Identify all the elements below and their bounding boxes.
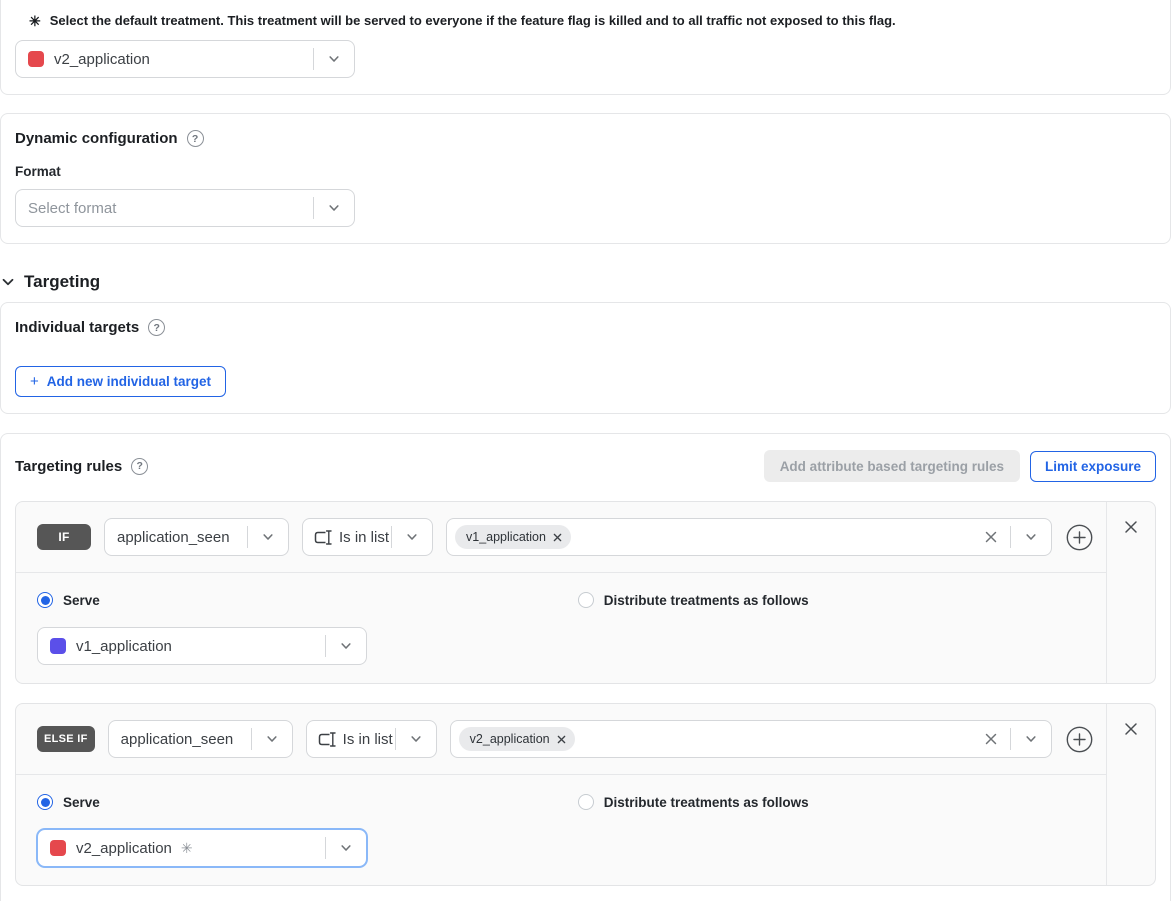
chevron-down-icon — [314, 52, 354, 66]
add-attribute-rules-button[interactable]: Add attribute based targeting rules — [764, 450, 1020, 482]
serve-radio-option[interactable]: Serve — [37, 794, 100, 810]
chevron-down-icon — [392, 530, 432, 544]
matcher-select[interactable]: Is in list — [302, 518, 433, 556]
radio-selected — [37, 592, 53, 608]
radio-selected — [37, 794, 53, 810]
targeting-rule: ELSE IF application_seen Is in list — [15, 703, 1156, 886]
default-treatment-select[interactable]: v2_application — [15, 40, 355, 78]
rule-keyword-badge: ELSE IF — [37, 726, 95, 752]
value-chip: v1_application — [455, 525, 571, 549]
chevron-down-icon — [248, 530, 288, 544]
treatment-color-swatch — [50, 840, 66, 856]
plus-circle-icon — [1066, 524, 1093, 551]
dynamic-configuration-card: Dynamic configuration ? Format Select fo… — [0, 113, 1171, 244]
chevron-down-icon — [326, 639, 366, 653]
chevron-down-icon — [1011, 732, 1051, 746]
values-multiselect[interactable]: v2_application — [450, 720, 1052, 758]
add-individual-target-button[interactable]: + Add new individual target — [15, 366, 226, 397]
chevron-down-icon — [326, 841, 366, 855]
help-icon[interactable]: ? — [131, 458, 148, 475]
default-treatment-value: v2_application — [54, 51, 313, 68]
serve-treatment-select[interactable]: v2_application ✳ — [37, 829, 367, 867]
default-treatment-note: ✳ Select the default treatment. This tre… — [15, 13, 1156, 30]
string-matcher-icon — [313, 529, 333, 546]
remove-rule-button[interactable] — [1121, 719, 1141, 739]
plus-icon: + — [30, 373, 39, 390]
plus-circle-icon — [1066, 726, 1093, 753]
default-marker-icon: ✳ — [29, 13, 41, 30]
chevron-down-icon — [252, 732, 292, 746]
targeting-collapse-toggle[interactable] — [0, 274, 16, 290]
close-icon — [1123, 519, 1139, 535]
help-icon[interactable]: ? — [187, 130, 204, 147]
clear-values-icon[interactable] — [984, 530, 998, 544]
chevron-down-icon — [1011, 530, 1051, 544]
targeting-rules-title: Targeting rules — [15, 458, 122, 475]
rule-keyword-badge: IF — [37, 524, 91, 550]
format-select[interactable]: Select format — [15, 189, 355, 227]
targeting-rules-card: Targeting rules ? Add attribute based ta… — [0, 433, 1171, 901]
default-treatment-card: ✳ Select the default treatment. This tre… — [0, 0, 1171, 95]
format-placeholder: Select format — [28, 200, 313, 217]
radio-unselected — [578, 592, 594, 608]
clear-values-icon[interactable] — [984, 732, 998, 746]
treatment-color-swatch — [28, 51, 44, 67]
remove-rule-button[interactable] — [1121, 517, 1141, 537]
individual-targets-title: Individual targets — [15, 319, 139, 336]
chevron-down-icon — [396, 732, 436, 746]
default-marker-icon: ✳ — [181, 840, 193, 857]
value-chip: v2_application — [459, 727, 575, 751]
distribute-radio-option[interactable]: Distribute treatments as follows — [578, 794, 809, 810]
treatment-color-swatch — [50, 638, 66, 654]
close-icon — [1123, 721, 1139, 737]
distribute-radio-option[interactable]: Distribute treatments as follows — [578, 592, 809, 608]
attribute-select[interactable]: application_seen — [104, 518, 289, 556]
targeting-rule: IF application_seen Is in list — [15, 501, 1156, 684]
chevron-down-icon — [0, 274, 16, 290]
dynamic-configuration-title: Dynamic configuration — [15, 130, 178, 147]
targeting-title: Targeting — [24, 272, 100, 292]
add-condition-button[interactable] — [1065, 725, 1093, 753]
serve-radio-option[interactable]: Serve — [37, 592, 100, 608]
chip-remove-icon[interactable] — [557, 735, 566, 744]
help-icon[interactable]: ? — [148, 319, 165, 336]
radio-unselected — [578, 794, 594, 810]
chip-remove-icon[interactable] — [553, 533, 562, 542]
individual-targets-card: Individual targets ? + Add new individua… — [0, 302, 1171, 414]
string-matcher-icon — [317, 731, 337, 748]
limit-exposure-button[interactable]: Limit exposure — [1030, 451, 1156, 482]
values-multiselect[interactable]: v1_application — [446, 518, 1052, 556]
default-treatment-note-text: Select the default treatment. This treat… — [50, 13, 896, 28]
serve-treatment-select[interactable]: v1_application — [37, 627, 367, 665]
attribute-select[interactable]: application_seen — [108, 720, 293, 758]
matcher-select[interactable]: Is in list — [306, 720, 437, 758]
add-condition-button[interactable] — [1065, 523, 1093, 551]
chevron-down-icon — [314, 201, 354, 215]
format-label: Format — [15, 164, 1156, 179]
